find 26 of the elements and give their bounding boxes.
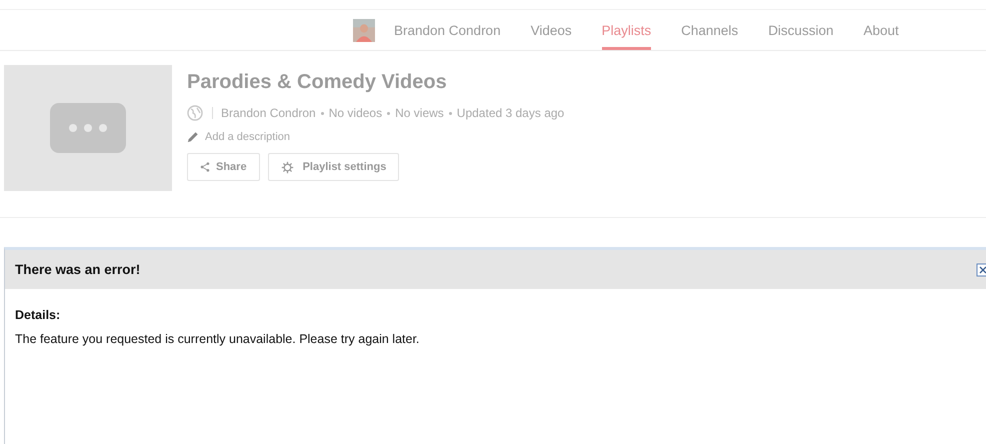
- playlist-meta: Updated 3 days ago: [456, 106, 564, 120]
- dialog-title: There was an error!: [15, 262, 140, 277]
- globe-icon: [187, 105, 203, 121]
- playlist-meta: No views: [395, 106, 444, 120]
- settings-icon: [280, 160, 294, 174]
- playlist-title: Parodies & Comedy Videos: [187, 71, 448, 95]
- more-icon: [50, 103, 126, 153]
- playlist-meta: No videos: [328, 106, 382, 120]
- nav-tab[interactable]: About: [863, 10, 899, 50]
- separator-dot: [320, 112, 324, 114]
- nav-tab[interactable]: Videos: [530, 10, 572, 50]
- close-icon[interactable]: [976, 262, 986, 276]
- playlist-button[interactable]: Share: [187, 153, 260, 181]
- separator-dot: [387, 112, 390, 114]
- nav-tab[interactable]: Channels: [681, 10, 738, 50]
- error-message: The feature you requested is currently unavailable. Please try again later.: [15, 332, 420, 346]
- playlist-meta[interactable]: Brandon Condron: [221, 106, 316, 120]
- nav-tab[interactable]: Brandon Condron: [394, 10, 501, 50]
- details-label: Details:: [15, 308, 62, 322]
- share-icon: [200, 162, 210, 172]
- separator-dot: [448, 112, 452, 114]
- playlist-button[interactable]: Playlist settings: [268, 153, 400, 181]
- pencil-icon: [187, 131, 199, 143]
- nav-tab[interactable]: Discussion: [768, 10, 834, 50]
- nav-tab[interactable]: Playlists: [602, 10, 652, 50]
- add-description-link[interactable]: Add a description: [205, 131, 290, 143]
